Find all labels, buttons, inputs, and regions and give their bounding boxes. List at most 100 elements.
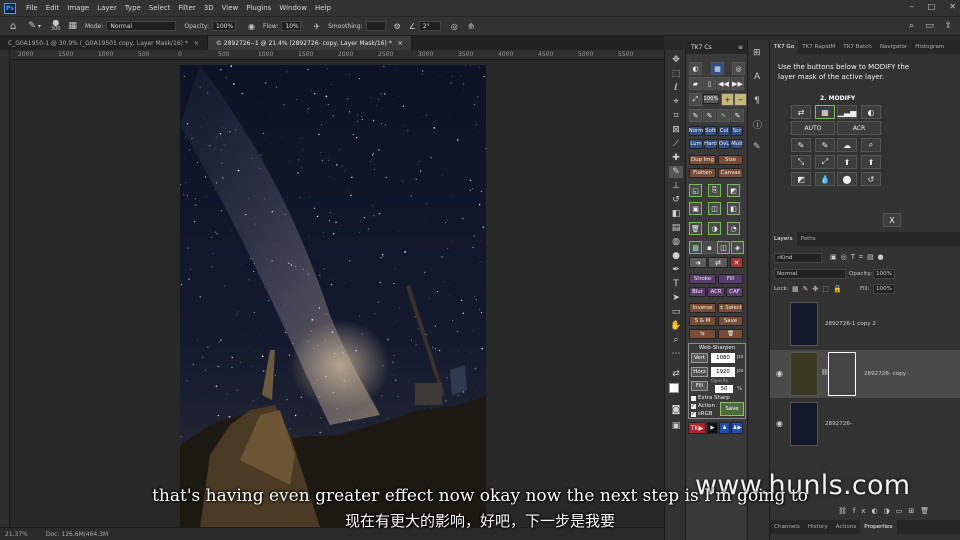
share-icon[interactable]: ⇪ xyxy=(944,21,952,31)
tab-tk7-batch[interactable]: TK7 Batch xyxy=(839,40,876,54)
opacity-input[interactable]: 50 xyxy=(715,385,733,393)
move-tool-icon[interactable]: ✥ xyxy=(669,54,683,66)
menu-help[interactable]: Help xyxy=(311,4,335,12)
maximize-icon[interactable]: □ xyxy=(928,2,936,11)
plus-icon[interactable]: + xyxy=(721,93,734,106)
layer-tool-6-icon[interactable]: ◧ xyxy=(727,202,740,215)
layer-tool-4-icon[interactable]: ▣ xyxy=(689,202,702,215)
symmetry-icon[interactable]: ⟰ xyxy=(468,22,475,31)
fill-button[interactable]: Fill xyxy=(691,381,708,391)
layer-tool-7-icon[interactable]: ◑ xyxy=(708,222,721,235)
tab-paths[interactable]: Paths xyxy=(797,232,820,246)
stroke-button[interactable]: Stroke xyxy=(689,274,716,284)
angle-field[interactable]: 2° xyxy=(418,21,441,31)
quick-select-tool-icon[interactable]: ⌖ xyxy=(669,96,683,108)
menu-layer[interactable]: Layer xyxy=(93,4,121,12)
forward-icon[interactable]: ▶▶ xyxy=(731,77,744,90)
layer-tool-9-icon[interactable]: ▥ xyxy=(689,241,702,254)
swap-mask-icon[interactable]: ⇄ xyxy=(791,105,811,119)
black-brush-icon[interactable]: ✎ xyxy=(791,138,811,152)
mask-icon[interactable]: ◐ xyxy=(689,62,702,75)
tab-document-1[interactable]: C_G0A1950-1 @ 30.9% (_G0A19501 copy, Lay… xyxy=(0,36,208,50)
minimize-icon[interactable]: – xyxy=(910,2,914,11)
menu-window[interactable]: Window xyxy=(275,4,311,12)
size-button[interactable]: Size xyxy=(718,155,743,165)
swap-colors-icon[interactable]: ⇄ xyxy=(669,368,683,380)
pen-tool-icon[interactable]: ✒ xyxy=(669,264,683,276)
blur-tool-icon[interactable]: ◍ xyxy=(669,236,683,248)
inverse-button[interactable]: Inverse xyxy=(689,303,716,313)
type-tool-icon[interactable]: T xyxy=(669,278,683,290)
tab-layers[interactable]: Layers xyxy=(770,232,797,246)
layer-filter-select[interactable]: ⌕ Kind xyxy=(774,253,822,263)
pressure-opacity-icon[interactable]: ◉ xyxy=(248,22,255,31)
zoom-100-button[interactable]: 100% xyxy=(703,94,719,104)
menu-type[interactable]: Type xyxy=(121,4,145,12)
blend-lum-button[interactable]: Lum xyxy=(689,139,703,149)
tab-navigator[interactable]: Navigator xyxy=(876,40,911,54)
close-icon[interactable]: × xyxy=(398,40,403,47)
character-panel-icon[interactable]: A xyxy=(754,72,760,82)
user-play-icon[interactable]: ♟▶ xyxy=(731,422,743,434)
airbrush-icon[interactable]: ✈ xyxy=(313,22,320,31)
canvas-area[interactable] xyxy=(10,60,664,527)
menu-filter[interactable]: Filter xyxy=(174,4,199,12)
layer-tool-12-icon[interactable]: ◈ xyxy=(731,241,744,254)
layer-tool-3-icon[interactable]: ◩ xyxy=(727,184,740,197)
mode-select[interactable]: Normal xyxy=(106,21,177,31)
fit-screen-icon[interactable]: ⤢ xyxy=(689,93,702,106)
brush-preset-picker[interactable]: ● 300 xyxy=(51,19,61,33)
lock-icons[interactable]: ▦✎✥⬚🔒 xyxy=(792,285,846,293)
extra-sharp-checkbox[interactable]: Extra Sharp xyxy=(691,395,730,401)
layer-row[interactable]: 2892726-1 copy 2 xyxy=(770,300,960,348)
flow-field[interactable]: 10% xyxy=(281,21,302,31)
blend-ovl-button[interactable]: OvL xyxy=(718,139,730,149)
layer-opacity-field[interactable]: 100% xyxy=(873,269,895,279)
undo-icon[interactable]: ↺ xyxy=(861,172,881,186)
tab-document-2[interactable]: © 2892726--1 @ 21.4% (2892726- copy, Lay… xyxy=(207,36,412,50)
layer-tool-1-icon[interactable]: ◱ xyxy=(689,184,702,197)
close-x-icon[interactable]: ✕ xyxy=(730,257,743,268)
history-brush-tool-icon[interactable]: ↺ xyxy=(669,194,683,206)
open-folder-icon[interactable]: ▰ xyxy=(689,77,702,90)
channel-icon[interactable]: ▦ xyxy=(711,62,724,75)
search-icon[interactable]: ⌕ xyxy=(909,21,914,31)
vert-input[interactable]: 1080 xyxy=(711,353,735,363)
mask-edit-icon[interactable]: ⇆ xyxy=(689,329,716,339)
acr-button[interactable]: ACR xyxy=(837,121,881,135)
layer-tool-11-icon[interactable]: ◫ xyxy=(717,241,730,254)
minus-icon[interactable]: − xyxy=(734,93,747,106)
layer-tool-2-icon[interactable]: ⎘ xyxy=(708,184,721,197)
blend-hard-button[interactable]: Hard xyxy=(704,139,717,149)
menu-plugins[interactable]: Plugins xyxy=(242,4,275,12)
layer-row[interactable]: ◉ 2892726- xyxy=(770,400,960,448)
black-brush-icon[interactable]: ✎ xyxy=(689,109,702,122)
healing-brush-tool-icon[interactable]: ✚ xyxy=(669,152,683,164)
zoom-level[interactable]: 21.37% xyxy=(5,531,28,538)
rewind-icon[interactable]: ◀◀ xyxy=(717,77,730,90)
arrow-up-white-icon[interactable]: ⬆ xyxy=(861,155,881,169)
canvas-button[interactable]: Canvas xyxy=(718,168,743,178)
arrow-right-icon[interactable]: ➜ xyxy=(689,257,707,268)
web-sharpen-save-button[interactable]: Save xyxy=(720,402,744,416)
dodge-tool-icon[interactable]: ● xyxy=(669,250,683,262)
crop-tool-icon[interactable]: ⌗ xyxy=(669,110,683,122)
layer-tool-8-icon[interactable]: ◔ xyxy=(727,222,740,235)
arrow-up-icon[interactable]: ⬆ xyxy=(837,155,857,169)
lasso-tool-icon[interactable]: ℓ xyxy=(669,82,683,94)
go-close-button[interactable]: X xyxy=(883,213,901,227)
tab-tk7-go[interactable]: TK7 Go xyxy=(770,40,799,54)
menu-3d[interactable]: 3D xyxy=(200,4,218,12)
layer-row-active[interactable]: ◉ ⛓ 2892726- copy xyxy=(770,350,960,398)
dup-img-button[interactable]: Dup Img xyxy=(689,155,716,165)
milky-way-photo[interactable] xyxy=(180,65,486,527)
shrink-icon[interactable]: ⤡ xyxy=(791,155,811,169)
rectangle-tool-icon[interactable]: ▭ xyxy=(669,306,683,318)
eyedropper-tool-icon[interactable]: ⟋ xyxy=(669,138,683,150)
zoom-tool-icon[interactable]: ⌕ xyxy=(669,334,683,346)
blend-soft-button[interactable]: Soft xyxy=(704,126,717,136)
action-checkbox[interactable]: ✓ Action xyxy=(691,403,715,409)
select-button[interactable]: ± Select xyxy=(718,303,743,313)
history-panel-icon[interactable]: ⊞ xyxy=(753,48,761,58)
blend-norm-button[interactable]: Norm xyxy=(689,126,703,136)
